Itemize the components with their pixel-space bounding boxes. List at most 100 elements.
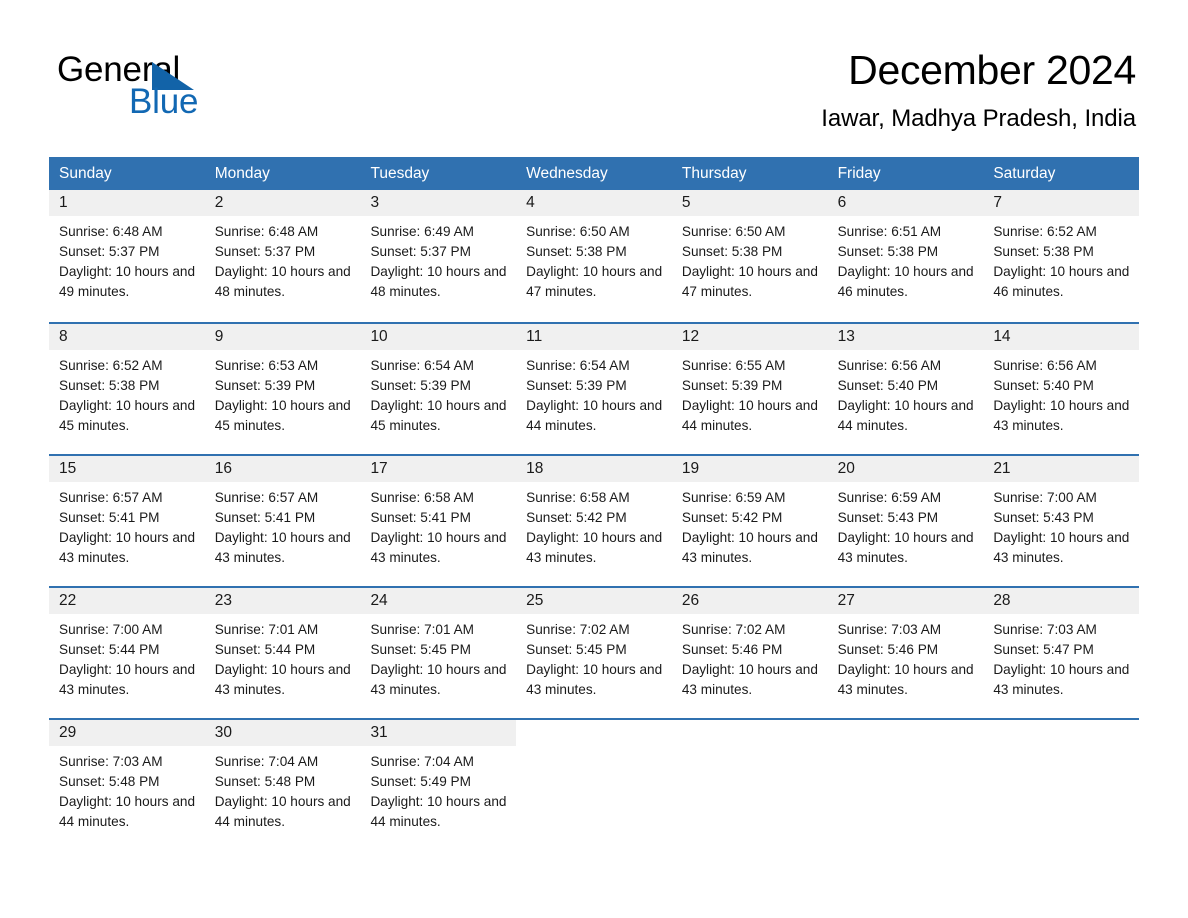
sunrise-text: Sunrise: 6:56 AM: [837, 358, 942, 373]
day-number: 14: [993, 328, 1011, 345]
daylight-text: Daylight: 10 hours and 43 minutes.: [59, 662, 196, 697]
calendar-day-cell[interactable]: 31 Sunrise: 7:04 AM Sunset: 5:49 PM Dayl…: [360, 720, 517, 850]
day-number: 30: [214, 724, 232, 741]
sunset-text: Sunset: 5:45 PM: [370, 642, 471, 657]
day-number-bar: 23: [204, 588, 361, 614]
daylight-text: Daylight: 10 hours and 46 minutes.: [837, 264, 974, 299]
day-number-bar: 4: [516, 190, 672, 216]
calendar-day-cell-empty: [827, 720, 984, 850]
sunrise-text: Sunrise: 7:04 AM: [214, 754, 319, 769]
sunrise-text: Sunrise: 6:48 AM: [59, 224, 163, 239]
sunset-text: Sunset: 5:42 PM: [526, 510, 627, 525]
calendar-day-cell[interactable]: 4 Sunrise: 6:50 AM Sunset: 5:38 PM Dayli…: [516, 190, 672, 322]
sunrise-text: Sunrise: 6:58 AM: [370, 490, 474, 505]
calendar-day-cell[interactable]: 10 Sunrise: 6:54 AM Sunset: 5:39 PM Dayl…: [360, 324, 517, 454]
calendar-day-cell[interactable]: 19 Sunrise: 6:59 AM Sunset: 5:42 PM Dayl…: [671, 456, 828, 586]
day-number: 4: [526, 194, 535, 211]
sunset-text: Sunset: 5:43 PM: [993, 510, 1094, 525]
day-details: Sunrise: 6:55 AM Sunset: 5:39 PM Dayligh…: [672, 350, 828, 436]
calendar-day-cell[interactable]: 9 Sunrise: 6:53 AM Sunset: 5:39 PM Dayli…: [204, 324, 361, 454]
calendar-week-row: 15 Sunrise: 6:57 AM Sunset: 5:41 PM Dayl…: [49, 454, 1140, 586]
calendar-day-cell[interactable]: 16 Sunrise: 6:57 AM Sunset: 5:41 PM Dayl…: [204, 456, 361, 586]
calendar-day-cell[interactable]: 15 Sunrise: 6:57 AM Sunset: 5:41 PM Dayl…: [49, 456, 205, 586]
calendar-day-cell[interactable]: 5 Sunrise: 6:50 AM Sunset: 5:38 PM Dayli…: [671, 190, 828, 322]
calendar-day-cell[interactable]: 25 Sunrise: 7:02 AM Sunset: 5:45 PM Dayl…: [516, 588, 672, 718]
daylight-text: Daylight: 10 hours and 43 minutes.: [214, 530, 351, 565]
calendar-day-cell[interactable]: 29 Sunrise: 7:03 AM Sunset: 5:48 PM Dayl…: [49, 720, 205, 850]
day-number: 28: [993, 592, 1011, 609]
day-number-bar: [828, 720, 984, 746]
sunset-text: Sunset: 5:40 PM: [837, 378, 939, 393]
daylight-text: Daylight: 10 hours and 48 minutes.: [214, 264, 351, 299]
calendar-day-cell[interactable]: 18 Sunrise: 6:58 AM Sunset: 5:42 PM Dayl…: [516, 456, 672, 586]
daylight-text: Daylight: 10 hours and 43 minutes.: [681, 530, 818, 565]
day-number-bar: 17: [360, 456, 517, 482]
calendar-day-cell[interactable]: 13 Sunrise: 6:56 AM Sunset: 5:40 PM Dayl…: [827, 324, 984, 454]
calendar-day-cell[interactable]: 17 Sunrise: 6:58 AM Sunset: 5:41 PM Dayl…: [360, 456, 517, 586]
sunrise-text: Sunrise: 7:02 AM: [526, 622, 630, 637]
calendar-day-cell[interactable]: 2 Sunrise: 6:48 AM Sunset: 5:37 PM Dayli…: [204, 190, 361, 322]
sunset-text: Sunset: 5:39 PM: [214, 378, 316, 393]
sunset-text: Sunset: 5:38 PM: [59, 378, 160, 393]
calendar-day-cell[interactable]: 27 Sunrise: 7:03 AM Sunset: 5:46 PM Dayl…: [827, 588, 984, 718]
calendar-day-cell[interactable]: 20 Sunrise: 6:59 AM Sunset: 5:43 PM Dayl…: [827, 456, 984, 586]
day-details: Sunrise: 7:04 AM Sunset: 5:49 PM Dayligh…: [360, 746, 516, 832]
day-number-bar: 24: [360, 588, 517, 614]
calendar-week-row: 1 Sunrise: 6:48 AM Sunset: 5:37 PM Dayli…: [49, 190, 1140, 322]
calendar-day-cell[interactable]: 26 Sunrise: 7:02 AM Sunset: 5:46 PM Dayl…: [671, 588, 828, 718]
sunrise-text: Sunrise: 6:54 AM: [370, 358, 474, 373]
day-number-bar: [672, 720, 828, 746]
generalblue-logo[interactable]: General Blue: [57, 52, 317, 122]
daylight-text: Daylight: 10 hours and 43 minutes.: [681, 662, 818, 697]
day-number-bar: 19: [671, 456, 828, 482]
calendar-day-cell[interactable]: 14 Sunrise: 6:56 AM Sunset: 5:40 PM Dayl…: [983, 324, 1140, 454]
sunset-text: Sunset: 5:37 PM: [214, 244, 316, 259]
calendar-day-cell[interactable]: 11 Sunrise: 6:54 AM Sunset: 5:39 PM Dayl…: [516, 324, 672, 454]
calendar-day-cell[interactable]: 21 Sunrise: 7:00 AM Sunset: 5:43 PM Dayl…: [983, 456, 1140, 586]
sunrise-text: Sunrise: 6:56 AM: [993, 358, 1097, 373]
sunrise-text: Sunrise: 6:54 AM: [526, 358, 630, 373]
calendar-day-cell[interactable]: 1 Sunrise: 6:48 AM Sunset: 5:37 PM Dayli…: [49, 190, 205, 322]
calendar-day-cell[interactable]: 7 Sunrise: 6:52 AM Sunset: 5:38 PM Dayli…: [983, 190, 1140, 322]
day-number-bar: 28: [983, 588, 1140, 614]
calendar-day-cell[interactable]: 12 Sunrise: 6:55 AM Sunset: 5:39 PM Dayl…: [671, 324, 828, 454]
sunset-text: Sunset: 5:44 PM: [214, 642, 316, 657]
calendar-day-cell[interactable]: 28 Sunrise: 7:03 AM Sunset: 5:47 PM Dayl…: [983, 588, 1140, 718]
sunset-text: Sunset: 5:38 PM: [526, 244, 627, 259]
day-number-bar: 20: [827, 456, 984, 482]
day-number-bar: 30: [204, 720, 361, 746]
day-number: 16: [214, 460, 232, 477]
day-number: 12: [681, 328, 700, 345]
day-details: Sunrise: 6:49 AM Sunset: 5:37 PM Dayligh…: [360, 216, 516, 302]
daylight-text: Daylight: 10 hours and 44 minutes.: [214, 794, 351, 829]
day-number-bar: 27: [827, 588, 984, 614]
day-number-bar: 12: [671, 324, 828, 350]
weekday-header-friday: Friday: [837, 165, 881, 182]
daylight-text: Daylight: 10 hours and 43 minutes.: [370, 662, 507, 697]
weekday-header-thursday: Thursday: [681, 165, 747, 182]
day-number: 19: [681, 460, 700, 477]
day-details: Sunrise: 6:48 AM Sunset: 5:37 PM Dayligh…: [49, 216, 205, 302]
day-number-bar: 8: [49, 324, 205, 350]
day-number-bar: 15: [49, 456, 205, 482]
calendar-day-cell[interactable]: 8 Sunrise: 6:52 AM Sunset: 5:38 PM Dayli…: [49, 324, 205, 454]
daylight-text: Daylight: 10 hours and 44 minutes.: [681, 398, 818, 433]
calendar-day-cell[interactable]: 3 Sunrise: 6:49 AM Sunset: 5:37 PM Dayli…: [360, 190, 517, 322]
calendar-day-cell[interactable]: 22 Sunrise: 7:00 AM Sunset: 5:44 PM Dayl…: [49, 588, 205, 718]
sunset-text: Sunset: 5:42 PM: [681, 510, 783, 525]
sunrise-text: Sunrise: 6:48 AM: [214, 224, 319, 239]
logo-text-blue: Blue: [129, 82, 199, 121]
calendar-day-cell[interactable]: 6 Sunrise: 6:51 AM Sunset: 5:38 PM Dayli…: [827, 190, 984, 322]
sunrise-text: Sunrise: 7:04 AM: [370, 754, 474, 769]
day-number: 22: [59, 592, 77, 609]
sunrise-text: Sunrise: 6:59 AM: [837, 490, 942, 505]
calendar-day-cell[interactable]: 23 Sunrise: 7:01 AM Sunset: 5:44 PM Dayl…: [204, 588, 361, 718]
calendar-day-cell[interactable]: 24 Sunrise: 7:01 AM Sunset: 5:45 PM Dayl…: [360, 588, 517, 718]
daylight-text: Daylight: 10 hours and 43 minutes.: [214, 662, 351, 697]
day-details: Sunrise: 7:04 AM Sunset: 5:48 PM Dayligh…: [205, 746, 361, 832]
day-number: 17: [370, 460, 388, 477]
daylight-text: Daylight: 10 hours and 48 minutes.: [370, 264, 507, 299]
day-details: Sunrise: 7:01 AM Sunset: 5:44 PM Dayligh…: [205, 614, 361, 700]
day-number: 24: [370, 592, 388, 609]
calendar-day-cell[interactable]: 30 Sunrise: 7:04 AM Sunset: 5:48 PM Dayl…: [204, 720, 361, 850]
